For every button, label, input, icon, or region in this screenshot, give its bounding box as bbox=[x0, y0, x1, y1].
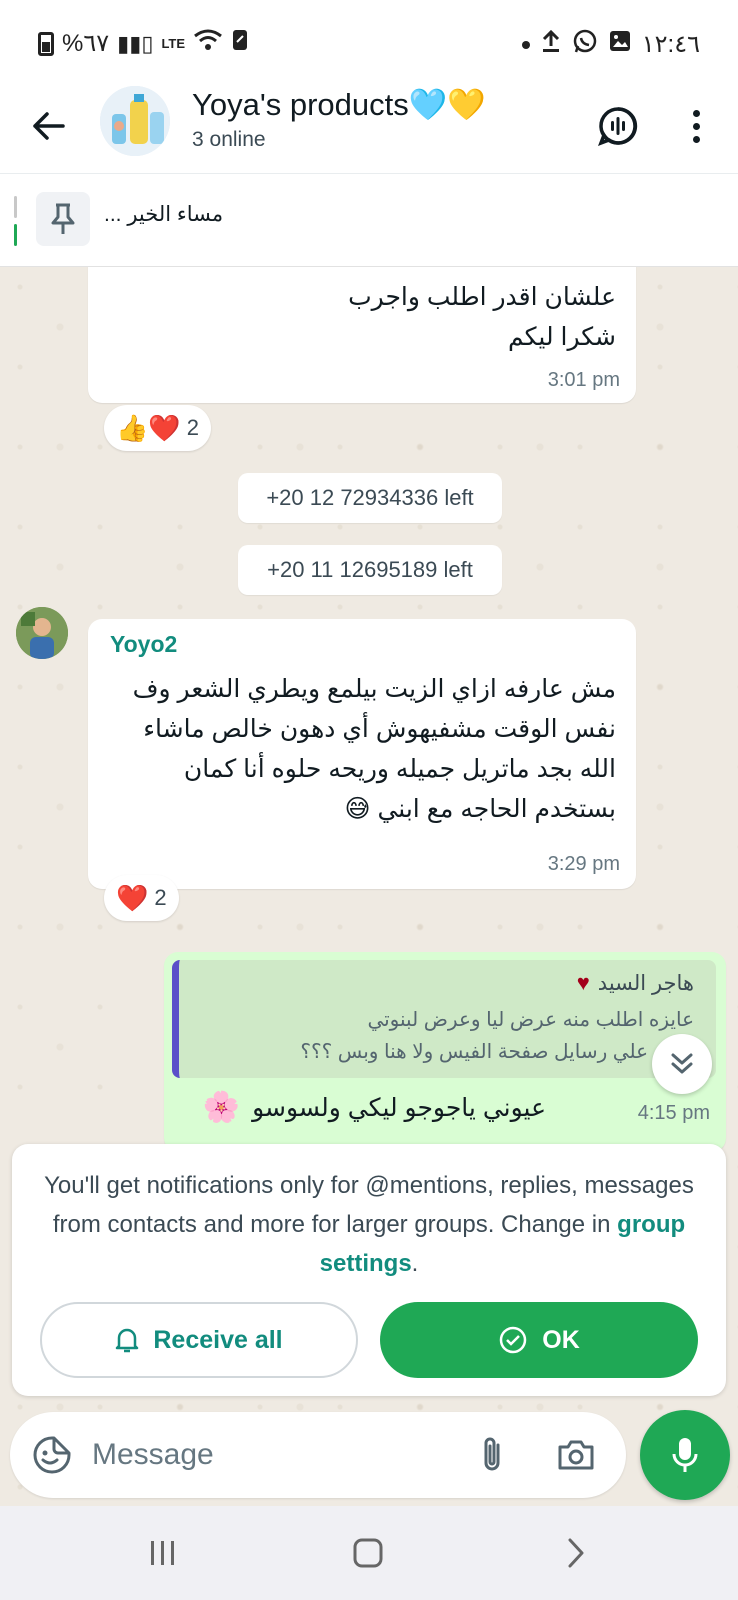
voice-chat-button[interactable] bbox=[592, 100, 644, 152]
message-bubble[interactable]: علشان اقدر اطلب واجرب شكرا ليكم 3:01 pm bbox=[88, 267, 636, 403]
back-nav-button[interactable] bbox=[546, 1528, 606, 1578]
battery-percent: %٦٧ bbox=[62, 30, 110, 57]
message-time: 3:01 pm bbox=[547, 369, 620, 391]
pinned-text: مساء الخير ... bbox=[104, 203, 224, 226]
data-saver-icon bbox=[231, 28, 249, 59]
mic-icon bbox=[672, 1438, 698, 1472]
voice-chat-icon bbox=[598, 107, 638, 146]
group-avatar[interactable] bbox=[100, 86, 170, 156]
home-icon bbox=[353, 1538, 383, 1568]
notice-body: You'll get notifications only for @menti… bbox=[44, 1172, 694, 1238]
heart-icon: ♥ bbox=[576, 970, 590, 995]
check-circle-icon bbox=[500, 1326, 527, 1354]
notice-text: You'll get notifications only for @menti… bbox=[44, 1172, 694, 1277]
message-input[interactable] bbox=[92, 1430, 452, 1480]
chat-area[interactable]: علشان اقدر اطلب واجرب شكرا ليكم 3:01 pm … bbox=[0, 267, 738, 1600]
message-text: علشان اقدر اطلب واجرب شكرا ليكم bbox=[116, 277, 616, 357]
recent-apps-icon bbox=[151, 1541, 174, 1565]
camera-button[interactable] bbox=[550, 1429, 602, 1481]
voice-message-button[interactable] bbox=[640, 1410, 730, 1500]
online-count: 3 online bbox=[192, 128, 266, 151]
quoted-message[interactable]: هاجر السيد ♥ عايزه اطلب منه عرض ليا وعرض… bbox=[172, 960, 716, 1078]
clock-time: ١٢:٤٦ bbox=[641, 31, 700, 58]
quoted-line: عايزه اطلب منه عرض ليا وعرض لبنوتي bbox=[367, 1009, 694, 1031]
message-reactions[interactable]: ❤️ 2 bbox=[104, 875, 179, 921]
sticker-button[interactable] bbox=[26, 1429, 78, 1481]
message-reactions[interactable]: 👍❤️ 2 bbox=[104, 405, 211, 451]
upload-icon bbox=[540, 29, 562, 60]
chat-header: Yoya's products🩵💛 3 online bbox=[0, 80, 738, 174]
pin-icon bbox=[51, 203, 75, 234]
quoted-sender-name: هاجر السيد bbox=[597, 971, 694, 995]
sender-avatar[interactable] bbox=[16, 607, 68, 659]
quoted-text: عايزه اطلب منه عرض ليا وعرض لبنوتي أبعت … bbox=[193, 1004, 694, 1068]
bell-icon bbox=[116, 1328, 139, 1353]
quoted-line: أبعت علي رسايل صفحة الفيس ولا هنا وبس ؟؟… bbox=[300, 1041, 694, 1063]
pin-icon-box bbox=[36, 192, 90, 246]
message-line: نفس الوقت مشفيهوش أي دهون خالص ماشاء bbox=[143, 715, 616, 743]
lte-indicator: LTE bbox=[161, 36, 186, 51]
reaction-count: 2 bbox=[154, 885, 167, 910]
scroll-to-bottom-button[interactable] bbox=[652, 1034, 712, 1094]
camera-icon bbox=[558, 1440, 594, 1470]
reaction-emojis: ❤️ bbox=[116, 883, 149, 913]
message-line: الله بجد ماتريل جميله وريحه حلوه أنا كما… bbox=[183, 755, 616, 783]
more-options-button[interactable] bbox=[670, 100, 722, 152]
message-time: 3:29 pm bbox=[547, 853, 620, 875]
message-bubble[interactable]: Yoyo2 مش عارفه ازاي الزيت بيلمع ويطري ال… bbox=[88, 619, 636, 889]
status-left: %٦٧ ▮▮▯ LTE bbox=[38, 28, 249, 59]
signal-icon: ▮▮▯ bbox=[117, 30, 154, 56]
sticker-icon bbox=[33, 1436, 71, 1474]
outgoing-text: عيوني ياجوجو ليكي ولسوسو 🌸 bbox=[203, 1090, 546, 1125]
paperclip-icon bbox=[484, 1437, 500, 1471]
status-right: ١٢:٤٦ bbox=[521, 28, 700, 61]
outgoing-text-content: عيوني ياجوجو ليكي ولسوسو bbox=[252, 1093, 546, 1122]
pin-indicator bbox=[14, 196, 18, 246]
notification-settings-card: You'll get notifications only for @menti… bbox=[12, 1144, 726, 1396]
sender-name[interactable]: Yoyo2 bbox=[110, 631, 177, 658]
battery-icon bbox=[38, 31, 54, 56]
gallery-icon bbox=[608, 29, 632, 60]
group-title[interactable]: Yoya's products🩵💛 bbox=[192, 86, 486, 123]
pinned-message-bar[interactable]: مساء الخير ... bbox=[0, 174, 738, 267]
message-line: علشان اقدر اطلب واجرب bbox=[348, 283, 616, 311]
chevron-right-icon bbox=[568, 1538, 584, 1568]
arrow-left-icon bbox=[33, 112, 65, 140]
wifi-icon bbox=[193, 28, 223, 59]
ok-button[interactable]: OK bbox=[380, 1302, 698, 1378]
message-line: شكرا ليكم bbox=[507, 323, 616, 351]
receive-all-label: Receive all bbox=[153, 1325, 283, 1354]
more-vert-icon bbox=[692, 109, 700, 117]
outgoing-message-bubble[interactable]: هاجر السيد ♥ عايزه اطلب منه عرض ليا وعرض… bbox=[164, 952, 726, 1152]
notification-dot-icon bbox=[521, 40, 530, 49]
home-button[interactable] bbox=[338, 1528, 398, 1578]
recent-apps-button[interactable] bbox=[132, 1528, 192, 1578]
system-nav-bar bbox=[0, 1506, 738, 1600]
message-line: مش عارفه ازاي الزيت بيلمع ويطري الشعر وف bbox=[132, 675, 616, 703]
quoted-sender: هاجر السيد ♥ bbox=[577, 970, 694, 996]
system-message: +20 12 72934336 left bbox=[238, 473, 502, 523]
receive-all-button[interactable]: Receive all bbox=[40, 1302, 358, 1378]
flower-emoji: 🌸 bbox=[202, 1091, 241, 1124]
reaction-emojis: 👍❤️ bbox=[116, 413, 181, 443]
system-message: +20 11 12695189 left bbox=[238, 545, 502, 595]
reaction-count: 2 bbox=[186, 415, 199, 440]
message-time: 4:15 pm bbox=[637, 1102, 710, 1124]
message-line: بستخدم الحاجه مع ابني 😅 bbox=[344, 795, 616, 823]
back-button[interactable] bbox=[22, 100, 74, 152]
message-text: مش عارفه ازاي الزيت بيلمع ويطري الشعر وف… bbox=[96, 669, 616, 829]
message-composer bbox=[10, 1412, 626, 1498]
double-chevron-down-icon bbox=[671, 1053, 693, 1074]
whatsapp-icon bbox=[572, 28, 598, 61]
ok-label: OK bbox=[542, 1325, 580, 1354]
status-bar: %٦٧ ▮▮▯ LTE ١٢:٤٦ bbox=[0, 0, 738, 80]
attach-button[interactable] bbox=[466, 1429, 518, 1481]
